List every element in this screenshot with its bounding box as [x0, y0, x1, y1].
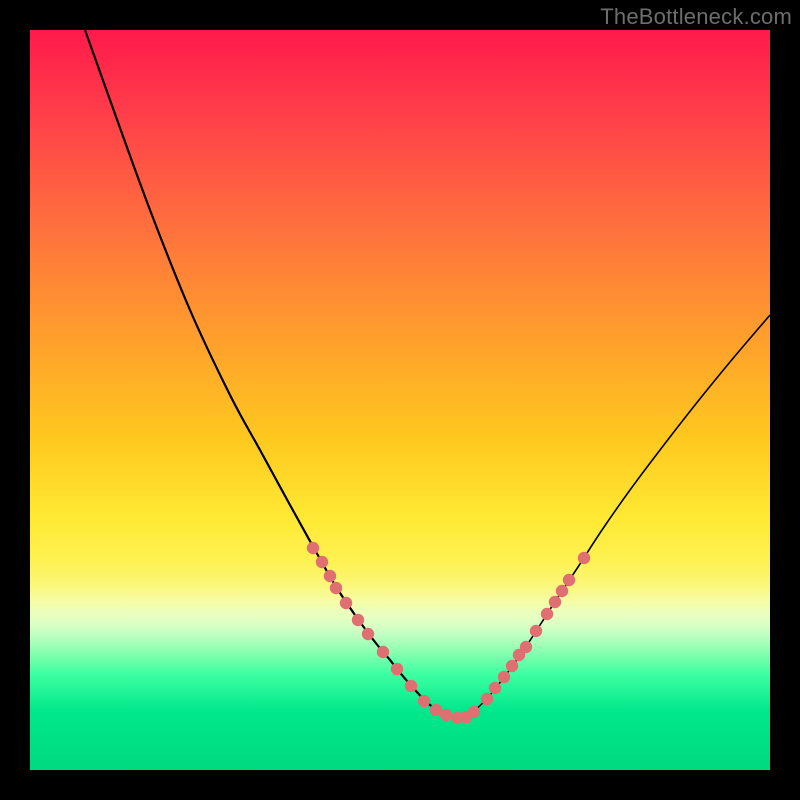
data-point: [418, 695, 430, 707]
data-point: [563, 574, 575, 586]
data-point: [440, 709, 452, 721]
data-point: [340, 597, 352, 609]
data-point: [377, 646, 389, 658]
chart-frame: TheBottleneck.com: [0, 0, 800, 800]
data-point: [498, 671, 510, 683]
data-point: [405, 680, 417, 692]
data-point: [352, 614, 364, 626]
data-beads: [307, 542, 590, 724]
data-point: [556, 585, 568, 597]
data-point: [481, 693, 493, 705]
watermark-text: TheBottleneck.com: [600, 4, 792, 30]
data-point: [530, 625, 542, 637]
plot-area: [30, 30, 770, 770]
curve-right-branch: [460, 315, 770, 718]
data-point: [307, 542, 319, 554]
data-point: [520, 641, 532, 653]
bottleneck-curve: [30, 30, 770, 770]
data-point: [468, 706, 480, 718]
data-point: [541, 608, 553, 620]
data-point: [578, 552, 590, 564]
data-point: [324, 570, 336, 582]
data-point: [391, 663, 403, 675]
data-point: [506, 660, 518, 672]
curve-left-branch: [85, 30, 460, 718]
data-point: [330, 582, 342, 594]
data-point: [549, 596, 561, 608]
data-point: [316, 556, 328, 568]
data-point: [489, 682, 501, 694]
data-point: [362, 628, 374, 640]
